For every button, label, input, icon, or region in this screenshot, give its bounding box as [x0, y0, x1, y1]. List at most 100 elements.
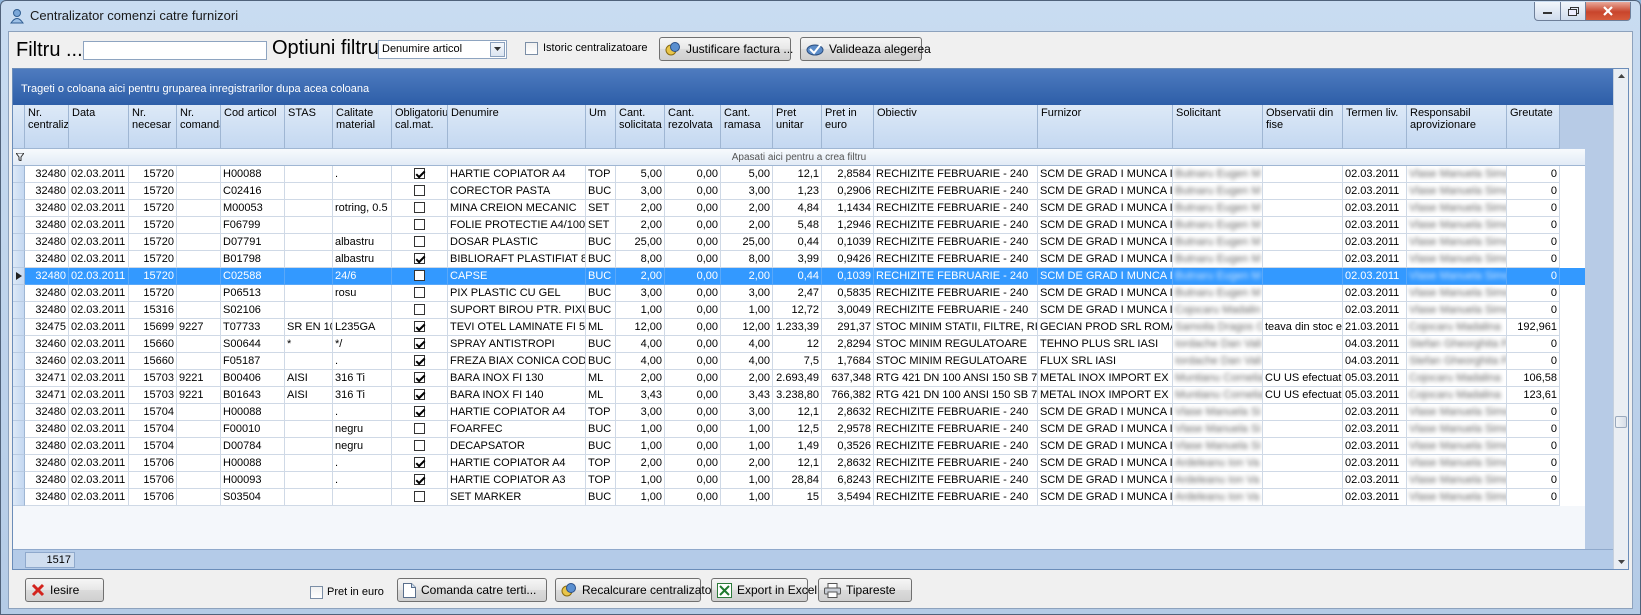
mandatory-quality-checkbox[interactable] — [414, 321, 425, 332]
cell-um[interactable]: BUC — [586, 183, 616, 200]
cell-rez[interactable]: 0,00 — [665, 472, 721, 489]
cell-pu[interactable]: 12,72 — [773, 302, 822, 319]
cell-nec[interactable]: 15660 — [129, 336, 177, 353]
cell-pu[interactable]: 1.233,39 — [773, 319, 822, 336]
cell-stas[interactable] — [285, 302, 333, 319]
cell-cal[interactable]: L235GA — [333, 319, 392, 336]
cell-obi[interactable]: RTG 421 DN 100 ANSI 150 SB 7 — [874, 370, 1038, 387]
column-chooser-icon[interactable] — [13, 105, 25, 149]
cell-res[interactable]: Vlase Manuela Simona — [1407, 234, 1507, 251]
filter-row[interactable]: Apasati aici pentru a crea filtru — [13, 149, 1585, 166]
column-header[interactable]: Pret unitar — [773, 105, 822, 149]
cell-pu[interactable]: 1,49 — [773, 438, 822, 455]
cell-obi[interactable]: RECHIZITE FEBRUARIE - 240 — [874, 183, 1038, 200]
cell-sli[interactable]: Ardeleanu Ion Va — [1173, 455, 1263, 472]
cell-pe[interactable]: 766,382 — [822, 387, 874, 404]
cell-gre[interactable]: 192,961 — [1507, 319, 1560, 336]
row-indicator[interactable] — [13, 438, 25, 455]
cell-rez[interactable]: 0,00 — [665, 319, 721, 336]
table-row[interactable]: 32480 02.03.2011 15720 M00053 rotring, 0.5 m… — [13, 200, 1585, 217]
cell-den[interactable]: CORECTOR PASTA — [448, 183, 586, 200]
cell-stas[interactable] — [285, 472, 333, 489]
column-header[interactable]: Cod articol — [221, 105, 285, 149]
cell-den[interactable]: SET MARKER — [448, 489, 586, 506]
cell-obs[interactable] — [1263, 268, 1343, 285]
cell-res[interactable]: Vlase Manuela Simona — [1407, 302, 1507, 319]
mandatory-quality-checkbox[interactable] — [414, 457, 425, 468]
table-row[interactable]: 32475 02.03.2011 15699 9227 T07733 SR EN 10 L2… — [13, 319, 1585, 336]
cell-sol[interactable]: 1,00 — [616, 421, 665, 438]
column-header[interactable]: Nr. necesar — [129, 105, 177, 149]
cell-res[interactable]: Cojocaru Madalina — [1407, 387, 1507, 404]
cell-cod[interactable]: H00088 — [221, 166, 285, 183]
table-row[interactable]: 32480 02.03.2011 15720 B01798 albastru BIBLIO… — [13, 251, 1585, 268]
cell-sol[interactable]: 1,00 — [616, 302, 665, 319]
cell-um[interactable]: BUC — [586, 353, 616, 370]
mandatory-quality-cell[interactable] — [392, 217, 448, 234]
cell-pe[interactable]: 2,8584 — [822, 166, 874, 183]
cell-fur[interactable]: SCM DE GRAD I MUNCA I — [1038, 438, 1173, 455]
mandatory-quality-cell[interactable] — [392, 404, 448, 421]
column-header[interactable]: Denumire — [448, 105, 586, 149]
cell-rez[interactable]: 0,00 — [665, 336, 721, 353]
row-indicator[interactable] — [13, 251, 25, 268]
cell-data[interactable]: 02.03.2011 — [69, 370, 129, 387]
cell-ram[interactable]: 5,00 — [721, 166, 773, 183]
cell-nec[interactable]: 15706 — [129, 455, 177, 472]
column-header[interactable]: Pret in euro — [822, 105, 874, 149]
cell-nr[interactable]: 32460 — [25, 353, 69, 370]
table-row[interactable]: 32480 02.03.2011 15706 H00093. HARTIE COPIAT… — [13, 472, 1585, 489]
row-indicator[interactable] — [13, 421, 25, 438]
cell-nr[interactable]: 32480 — [25, 285, 69, 302]
cell-nec[interactable]: 15316 — [129, 302, 177, 319]
cell-pu[interactable]: 0,44 — [773, 268, 822, 285]
cell-fur[interactable]: SCM DE GRAD I MUNCA I — [1038, 268, 1173, 285]
cell-rez[interactable]: 0,00 — [665, 234, 721, 251]
cell-sli[interactable]: Samoila Dragos C — [1173, 319, 1263, 336]
cell-um[interactable]: BUC — [586, 438, 616, 455]
cell-pu[interactable]: 5,48 — [773, 217, 822, 234]
cell-pe[interactable]: 1,2946 — [822, 217, 874, 234]
cell-cod[interactable]: S03504 — [221, 489, 285, 506]
table-row[interactable]: 32480 02.03.2011 15720 C02588 24/6 CAPSE BUC 2,… — [13, 268, 1585, 285]
cell-den[interactable]: HARTIE COPIATOR A4 — [448, 166, 586, 183]
title-bar[interactable]: Centralizator comenzi catre furnizori — [1, 1, 1640, 31]
table-row[interactable]: 32471 02.03.2011 15703 9221 B00406 AISI 316 Ti… — [13, 370, 1585, 387]
cell-sli[interactable]: Muntianu Cornelia — [1173, 387, 1263, 404]
cell-obi[interactable]: STOC MINIM REGULATOARE — [874, 353, 1038, 370]
cell-nr[interactable]: 32471 — [25, 370, 69, 387]
mandatory-quality-cell[interactable] — [392, 370, 448, 387]
table-row[interactable]: 32480 02.03.2011 15316 S02106 SUPORT BIROU P… — [13, 302, 1585, 319]
cell-obi[interactable]: STOC MINIM REGULATOARE — [874, 336, 1038, 353]
cell-sli[interactable]: Butnaru Eugen M — [1173, 234, 1263, 251]
cell-stas[interactable]: SR EN 10 — [285, 319, 333, 336]
mandatory-quality-checkbox[interactable] — [414, 219, 425, 230]
cell-nec[interactable]: 15720 — [129, 183, 177, 200]
cell-data[interactable]: 02.03.2011 — [69, 336, 129, 353]
cell-data[interactable]: 02.03.2011 — [69, 438, 129, 455]
cell-com[interactable] — [177, 472, 221, 489]
table-row[interactable]: 32480 02.03.2011 15706 S03504 SET MARKER BUC 1… — [13, 489, 1585, 506]
row-indicator[interactable] — [13, 370, 25, 387]
cell-fur[interactable]: SCM DE GRAD I MUNCA I — [1038, 285, 1173, 302]
cell-ter[interactable]: 02.03.2011 — [1343, 217, 1407, 234]
mandatory-quality-checkbox[interactable] — [414, 304, 425, 315]
cell-den[interactable]: FOARFEC — [448, 421, 586, 438]
cell-obs[interactable] — [1263, 166, 1343, 183]
exit-button[interactable]: Iesire — [25, 578, 104, 602]
cell-stas[interactable] — [285, 438, 333, 455]
cell-cod[interactable]: S00644 — [221, 336, 285, 353]
cell-nr[interactable]: 32480 — [25, 421, 69, 438]
cell-data[interactable]: 02.03.2011 — [69, 404, 129, 421]
column-header[interactable]: Solicitant — [1173, 105, 1263, 149]
cell-um[interactable]: TOP — [586, 166, 616, 183]
cell-com[interactable] — [177, 455, 221, 472]
column-header[interactable]: Cant. ramasa — [721, 105, 773, 149]
cell-nr[interactable]: 32480 — [25, 217, 69, 234]
cell-ram[interactable]: 3,00 — [721, 285, 773, 302]
cell-ram[interactable]: 25,00 — [721, 234, 773, 251]
cell-cod[interactable]: H00093 — [221, 472, 285, 489]
cell-com[interactable] — [177, 438, 221, 455]
column-header[interactable]: Nr. comanda — [177, 105, 221, 149]
mandatory-quality-cell[interactable] — [392, 421, 448, 438]
